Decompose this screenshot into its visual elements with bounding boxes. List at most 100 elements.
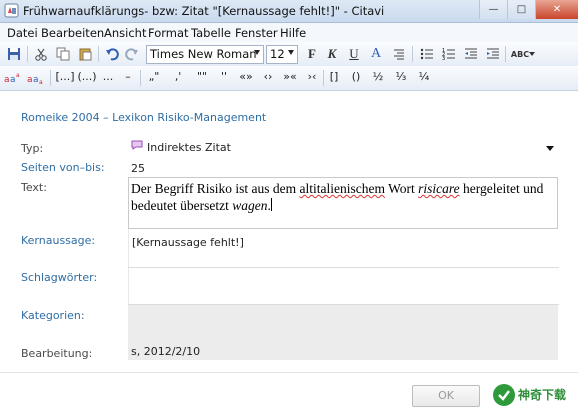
symbol-ellipsis-brackets[interactable]: [...] [54, 70, 76, 87]
outdent-icon[interactable] [462, 45, 480, 63]
key-statement-input[interactable]: [Kernaussage fehlt!] [128, 229, 559, 268]
formatting-toolbar: Times New Roman 12 F K U A 123 ABC [0, 42, 578, 66]
edit-info-label: Bearbeitung: [21, 347, 93, 360]
svg-text:a: a [27, 75, 33, 84]
source-link[interactable]: Romeike 2004 – Lexikon Risiko-Management [21, 111, 266, 124]
font-size-select[interactable]: 12 [266, 45, 298, 64]
cut-icon[interactable] [32, 45, 50, 63]
edit-info-field: s, 2012/2/10 [128, 341, 558, 360]
chevron-down-icon [288, 50, 294, 55]
watermark-icon [493, 384, 515, 406]
svg-text:a: a [39, 79, 43, 84]
keywords-label: Schlagwörter: [21, 271, 98, 284]
toolbar-separator [98, 46, 99, 62]
toolbar-separator [140, 70, 141, 86]
symbol-one-half[interactable]: ½ [370, 70, 386, 87]
bullet-list-icon[interactable] [418, 45, 436, 63]
indent-icon[interactable] [484, 45, 502, 63]
minimize-button[interactable]: — [479, 0, 507, 19]
quote-text-segment: Der Begriff Risiko ist aus dem [131, 181, 300, 196]
symbol-one-quarter[interactable]: ¼ [416, 70, 432, 87]
menu-datei[interactable]: Datei [7, 26, 38, 40]
symbol-german-single-quotes[interactable]: ‚' [168, 70, 188, 87]
quote-italic-term: risicare [418, 181, 460, 196]
chevron-down-icon [546, 146, 554, 151]
quotation-form: Romeike 2004 – Lexikon Risiko-Management… [0, 91, 578, 418]
symbol-ellipsis-parens[interactable]: (...) [76, 70, 98, 87]
watermark-text: 神奇下载 [518, 388, 567, 402]
misspelled-word: altitalienischem [299, 181, 385, 196]
paste-icon[interactable] [76, 45, 94, 63]
key-statement-label: Kernaussage: [21, 234, 96, 247]
symbol-german-quotes[interactable]: „" [144, 70, 164, 87]
copy-icon[interactable] [54, 45, 72, 63]
close-button[interactable]: ✕ [535, 0, 578, 19]
chevron-down-icon [254, 50, 260, 55]
maximize-button[interactable]: □ [507, 0, 535, 19]
toolbar-separator [50, 70, 51, 86]
redo-icon[interactable] [123, 45, 141, 63]
symbol-en-dash[interactable]: – [120, 70, 136, 87]
symbol-parentheses[interactable]: () [348, 70, 364, 87]
watermark-logo: 神奇下载 [492, 383, 572, 407]
symbol-reverse-single-guillemets[interactable]: ›‹ [302, 70, 322, 87]
quote-italic-term: wagen [232, 198, 268, 213]
speech-bubble-icon [131, 140, 143, 150]
symbol-guillemets[interactable]: «» [236, 70, 256, 87]
toolbar-separator [505, 46, 506, 62]
ok-button[interactable]: OK [412, 385, 480, 407]
keywords-input[interactable] [128, 268, 559, 305]
categories-label: Kategorien: [21, 309, 85, 322]
subscript-icon[interactable]: aaa [27, 69, 47, 87]
menu-format[interactable]: Format [148, 26, 189, 40]
italic-button[interactable]: K [323, 45, 341, 63]
numbered-list-icon[interactable]: 123 [440, 45, 458, 63]
symbol-reverse-guillemets[interactable]: »« [280, 70, 300, 87]
toolbar-separator [412, 46, 413, 62]
undo-icon[interactable] [103, 45, 121, 63]
underline-button[interactable]: U [345, 45, 363, 63]
font-name-value: Times New Roman [150, 47, 257, 61]
bold-button[interactable]: F [303, 45, 321, 63]
menu-bearbeiten[interactable]: Bearbeiten [41, 26, 104, 40]
menu-fenster[interactable]: Fenster [235, 26, 278, 40]
toolbar-separator [27, 46, 28, 62]
categories-field[interactable] [128, 305, 558, 341]
svg-text:a: a [10, 75, 16, 84]
svg-text:3: 3 [442, 56, 445, 61]
pages-label: Seiten von–bis: [21, 161, 105, 174]
svg-text:a: a [33, 75, 39, 84]
type-label: Typ: [21, 142, 44, 155]
menu-bar: Datei Bearbeiten Ansicht Format Tabelle … [0, 23, 578, 42]
paragraph-icon[interactable] [390, 45, 408, 63]
quote-text-editor[interactable]: Der Begriff Risiko ist aus dem altitalie… [128, 177, 558, 229]
menu-ansicht[interactable]: Ansicht [104, 26, 146, 40]
quote-text-segment: Wort [384, 181, 419, 196]
symbols-toolbar: aaa aaa [...] (...) ... – „" ‚' "" '' «»… [0, 66, 578, 91]
svg-text:a: a [4, 75, 10, 84]
type-select[interactable]: Indirektes Zitat [128, 138, 558, 156]
dialog-footer: OK 神奇下载 [0, 372, 578, 418]
window-title: Frühwarnaufklärungs- bzw: Zitat "[Kernau… [23, 4, 385, 18]
font-size-value: 12 [270, 47, 285, 61]
svg-text:a: a [16, 72, 20, 79]
superscript-icon[interactable]: aaa [4, 69, 24, 87]
spellcheck-dropdown-icon[interactable] [528, 45, 536, 63]
menu-tabelle[interactable]: Tabelle [191, 26, 231, 40]
quote-text: Der Begriff Risiko ist aus dem altitalie… [131, 180, 551, 214]
symbol-single-guillemets[interactable]: ‹› [258, 70, 278, 87]
symbol-ellipsis[interactable]: ... [100, 70, 116, 87]
font-color-button[interactable]: A [367, 45, 385, 63]
citavi-app-icon [4, 3, 19, 18]
pages-input[interactable]: 25 [128, 160, 558, 177]
symbol-one-third[interactable]: ⅓ [393, 70, 409, 87]
pages-value: 25 [131, 162, 145, 175]
font-name-select[interactable]: Times New Roman [146, 45, 264, 64]
symbol-english-single-quotes[interactable]: '' [214, 70, 234, 87]
text-cursor [270, 198, 272, 211]
menu-hilfe[interactable]: Hilfe [280, 26, 306, 40]
symbol-brackets[interactable]: [] [326, 70, 342, 87]
toolbar-separator [323, 70, 324, 86]
symbol-english-quotes[interactable]: "" [192, 70, 212, 87]
save-icon[interactable] [5, 45, 23, 63]
